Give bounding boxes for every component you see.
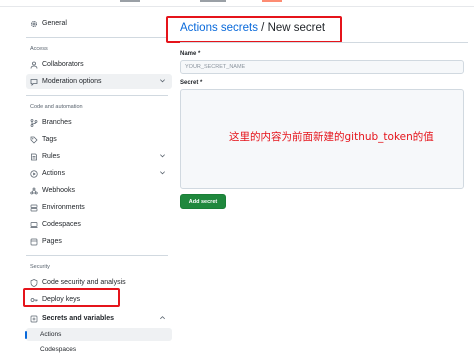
sidebar-item-label: Branches <box>42 119 72 126</box>
secret-name-input[interactable]: YOUR_SECRET_NAME <box>180 60 464 74</box>
codespaces-icon <box>30 221 38 229</box>
annotation-box-secrets <box>23 288 120 307</box>
secret-value-textarea[interactable]: 这里的内容为前面新建的github_token的值 <box>180 89 464 189</box>
chevron-down-icon <box>159 77 166 84</box>
main-content: Actions secrets / New secret Name * YOUR… <box>166 0 474 335</box>
section-heading-security: Security <box>30 264 50 270</box>
browser-icon <box>30 238 38 246</box>
sidebar-item-label: Code security and analysis <box>42 279 126 286</box>
add-secret-button[interactable]: Add secret <box>180 194 226 209</box>
sidebar-divider <box>26 95 168 96</box>
branch-icon <box>30 118 38 127</box>
sidebar-subitem-codespaces[interactable]: Codespaces <box>26 343 172 356</box>
gear-icon <box>30 20 38 28</box>
sidebar-item-environments[interactable]: Environments <box>26 200 172 215</box>
sidebar-item-label: Codespaces <box>42 221 81 228</box>
shield-icon <box>30 278 38 287</box>
server-icon <box>30 204 38 212</box>
play-icon <box>30 169 38 178</box>
plus-square-icon <box>30 315 38 323</box>
sidebar-item-codespaces[interactable]: Codespaces <box>26 217 172 232</box>
sidebar-item-label: Rules <box>42 153 60 160</box>
sidebar-item-label: Environments <box>42 204 85 211</box>
chevron-down-icon <box>159 169 166 176</box>
name-label: Name * <box>180 51 201 57</box>
section-heading-code: Code and automation <box>30 104 83 110</box>
sidebar-item-collaborators[interactable]: Collaborators <box>26 57 172 72</box>
sidebar-item-label: Pages <box>42 238 62 245</box>
sidebar-item-webhooks[interactable]: Webhooks <box>26 183 172 198</box>
secret-annotation-text: 这里的内容为前面新建的github_token的值 <box>229 131 434 143</box>
sidebar-item-label: Tags <box>42 136 57 143</box>
sidebar-item-rules[interactable]: Rules <box>26 149 172 164</box>
sidebar-item-label: Secrets and variables <box>42 315 114 322</box>
section-heading-access: Access <box>30 46 48 52</box>
chevron-up-icon <box>159 314 166 321</box>
sidebar-item-tags[interactable]: Tags <box>26 132 172 147</box>
sidebar-item-label: Webhooks <box>42 187 75 194</box>
secret-label: Secret * <box>180 80 203 86</box>
sidebar-item-label: Actions <box>42 170 65 177</box>
person-icon <box>30 61 38 69</box>
sidebar-item-label: General <box>42 20 67 27</box>
tag-icon <box>30 136 38 144</box>
sidebar-item-actions[interactable]: Actions <box>26 166 172 181</box>
sidebar-item-moderation[interactable]: Moderation options <box>26 74 172 89</box>
sidebar-divider <box>26 255 168 256</box>
chevron-down-icon <box>159 152 166 159</box>
comment-icon <box>30 78 38 86</box>
webhook-icon <box>30 187 38 195</box>
sidebar-item-label: Collaborators <box>42 61 84 68</box>
rules-icon <box>30 153 38 161</box>
annotation-box-title <box>166 16 342 43</box>
active-indicator <box>25 331 27 339</box>
sidebar-divider <box>26 37 168 38</box>
sidebar-item-pages[interactable]: Pages <box>26 234 172 249</box>
sidebar-item-branches[interactable]: Branches <box>26 115 172 130</box>
tab-marker <box>120 0 140 2</box>
sidebar-item-secrets-and-variables[interactable]: Secrets and variables <box>26 311 172 326</box>
sidebar-item-general[interactable]: General <box>26 16 172 31</box>
sidebar-item-label: Moderation options <box>42 78 102 85</box>
title-divider <box>180 42 468 43</box>
sidebar-item-label: Codespaces <box>40 346 77 353</box>
